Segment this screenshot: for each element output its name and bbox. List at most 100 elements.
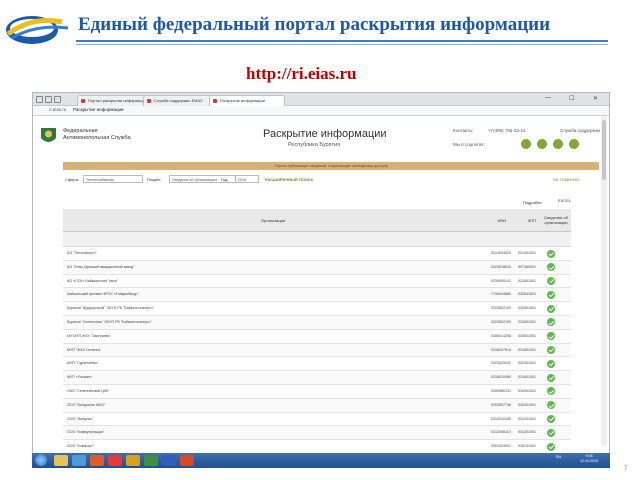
start-button-icon[interactable]: [35, 454, 47, 466]
detail-label: Подробно:: [523, 200, 543, 205]
excel-export-link[interactable]: EXCEL: [558, 198, 571, 203]
check-icon[interactable]: [547, 442, 555, 451]
org-name-cell[interactable]: МУП "ЖКХ Селенга": [67, 344, 477, 357]
address-bar[interactable]: ri.eias.ru Раскрытие информации: [33, 106, 609, 116]
organizations-table: Организация ИНН КПП Сведения об организа…: [63, 209, 571, 454]
slide-page-number: 7: [624, 466, 628, 472]
powerpoint-icon[interactable]: [180, 455, 194, 466]
table-row[interactable]: ООО "Импульс" 0312010430 031201001: [63, 412, 571, 427]
explorer-icon[interactable]: [54, 455, 68, 466]
system-clock[interactable]: 9:05 12.04.2016: [580, 454, 598, 464]
table-body: АО "Теплоэнерго" 0314003520 031401001 АО "У…: [63, 247, 571, 454]
close-icon[interactable]: ✕: [593, 95, 598, 102]
table-row[interactable]: АО «ССК» Байкальская "своя" 0318009141 031…: [63, 274, 571, 289]
back-icon[interactable]: [36, 96, 43, 103]
section-select[interactable]: Сведения об организациях: [169, 175, 245, 183]
table-row[interactable]: АО "Теплоэнерго" 0314003520 031401001: [63, 247, 571, 261]
org-name-cell[interactable]: Бурятия "Бурдорстрой" ОКУП РБ "Байкалгос…: [67, 302, 477, 315]
org-name-cell[interactable]: АО «ССК» Байкальская "своя": [67, 275, 477, 288]
table-row[interactable]: МУП "Суранчеево" 0323325022 032301001: [63, 357, 571, 372]
section-label: Раздел:: [147, 177, 162, 182]
col-org-info: Сведения об организации: [544, 215, 568, 225]
site-region: Республика Бурятия: [288, 142, 341, 148]
address-page-title: Раскрытие информации: [73, 107, 124, 112]
org-name-cell[interactable]: АО "Улан-Удэнский авиационный завод": [67, 261, 477, 274]
browser-screenshot: Портал раскрытия информации Служба подде…: [32, 92, 610, 458]
maximize-icon[interactable]: ☐: [569, 95, 574, 102]
table-row[interactable]: ООО "Коммунальщик" 0312006110 031201001: [63, 426, 571, 441]
filter-bar: Сфера: Теплоснабжение Раздел: Сведения о…: [33, 173, 609, 187]
check-icon[interactable]: [547, 428, 555, 437]
col-inn[interactable]: ИНН: [487, 209, 517, 231]
table-row[interactable]: ОАО "Селенгинский ЦКК" 0309980131 03090100…: [63, 384, 571, 399]
check-icon[interactable]: [547, 304, 555, 313]
org-name-cell[interactable]: МУП "Суранчеево": [67, 357, 477, 370]
check-icon[interactable]: [547, 249, 555, 258]
table-row[interactable]: МУП "ЖКХ Селенга" 0318447914 031801001: [63, 343, 571, 358]
org-name-cell[interactable]: ОАО "Селенгинский ЦКК": [67, 385, 477, 398]
table-row[interactable]: МУП «Улыкан» 0316010089 031601001: [63, 371, 571, 385]
org-name-cell[interactable]: ООО "Комфорт": [67, 440, 477, 453]
menu-icon[interactable]: [54, 96, 61, 103]
org-name-cell[interactable]: ООО "Импульс": [67, 413, 477, 426]
excel-icon[interactable]: [144, 455, 158, 466]
slide-title: Единый федеральный портал раскрытия инфо…: [78, 14, 551, 35]
advanced-search-link[interactable]: РАСШИРЕННЫЙ ПОИСК: [265, 177, 313, 182]
table-row[interactable]: МУ МУП ЖКХ "Заиграево" 0306014258 03060100…: [63, 329, 571, 344]
windows-taskbar: RU 9:05 12.04.2016: [32, 453, 610, 468]
site-title: Раскрытие информации: [263, 128, 387, 140]
ie-icon[interactable]: [72, 455, 86, 466]
language-indicator[interactable]: RU: [556, 455, 561, 459]
org-name-cell[interactable]: МУП «Улыкан»: [67, 371, 477, 384]
year-select[interactable]: 2016: [235, 175, 259, 183]
org-name-cell[interactable]: ООО "Бичурское ЖКХ": [67, 399, 477, 412]
mediaplayer-icon[interactable]: [90, 455, 104, 466]
vk-icon[interactable]: [553, 139, 563, 149]
scrollbar-thumb[interactable]: [602, 120, 606, 180]
sphere-select[interactable]: Теплоснабжение: [83, 175, 143, 183]
table-row[interactable]: АО "Улан-Удэнский авиационный завод" 0323…: [63, 260, 571, 275]
org-name-cell[interactable]: АО "Теплоэнерго": [67, 247, 477, 260]
word-icon[interactable]: [162, 455, 176, 466]
banner-text: Портал публикации сведений, подлежащих с…: [274, 164, 388, 168]
year-label: Год:: [221, 177, 229, 182]
table-row[interactable]: Бурятия "Бурдорстрой" ОКУП РБ "Байкалгос…: [63, 302, 571, 316]
tab-portal[interactable]: Портал раскрытия информации: [77, 95, 153, 106]
favicon-icon: [213, 99, 217, 103]
portal-url: http://ri.eias.ru: [246, 64, 357, 83]
youtube-icon[interactable]: [569, 139, 579, 149]
clock-date: 12.04.2016: [580, 459, 598, 463]
home-link[interactable]: НА ГЛАВНУЮ: [553, 177, 579, 182]
info-banner: Портал публикации сведений, подлежащих с…: [63, 162, 599, 170]
table-row[interactable]: Байкальский филиал ФГБУ «Главрыбвод» 7708…: [63, 288, 571, 303]
forward-icon[interactable]: [45, 96, 52, 103]
tab-disclosure[interactable]: Раскрытие информации: [209, 95, 285, 106]
twitter-icon[interactable]: [521, 139, 531, 149]
org-name-cell[interactable]: ООО "Коммунальщик": [67, 426, 477, 439]
address-domain: ri.eias.ru: [49, 107, 67, 112]
facebook-icon[interactable]: [537, 139, 547, 149]
tab-support[interactable]: Служба поддержки: ЕИАС: [143, 95, 219, 106]
table-row[interactable]: ООО "Комфорт" 0301003941 030101001: [63, 440, 571, 454]
support-link[interactable]: Служба поддержки: [560, 128, 600, 133]
yandex-icon[interactable]: [108, 455, 122, 466]
check-icon[interactable]: [547, 290, 555, 299]
check-icon[interactable]: [547, 359, 555, 368]
contacts-link[interactable]: Контакты: [453, 128, 472, 133]
chrome-icon[interactable]: [126, 455, 140, 466]
org-name-cell[interactable]: Бурятия "Селенгинск" ОКУП РБ "Байкалгосэ…: [67, 316, 477, 329]
check-icon[interactable]: [547, 415, 555, 424]
org-name-cell[interactable]: Байкальский филиал ФГБУ «Главрыбвод»: [67, 288, 477, 301]
title-rule-thin: [76, 44, 608, 45]
social-label: Мы в соцсетях:: [453, 142, 485, 147]
favicon-icon: [147, 99, 151, 103]
table-row[interactable]: ООО "Бичурское ЖКХ" 0303507746 030301001: [63, 398, 571, 413]
page-scrollbar[interactable]: [601, 116, 607, 446]
org-name-cell[interactable]: МУ МУП ЖКХ "Заиграево": [67, 330, 477, 343]
check-icon[interactable]: [547, 373, 555, 382]
col-organization[interactable]: Организация: [63, 209, 483, 231]
title-rule: [76, 40, 608, 42]
site-header: Федеральная Антимонопольная Служба Раскр…: [33, 116, 609, 162]
minimize-icon[interactable]: —: [545, 95, 551, 101]
table-row[interactable]: Бурятия "Селенгинск" ОКУП РБ "Байкалгосэ…: [63, 315, 571, 330]
